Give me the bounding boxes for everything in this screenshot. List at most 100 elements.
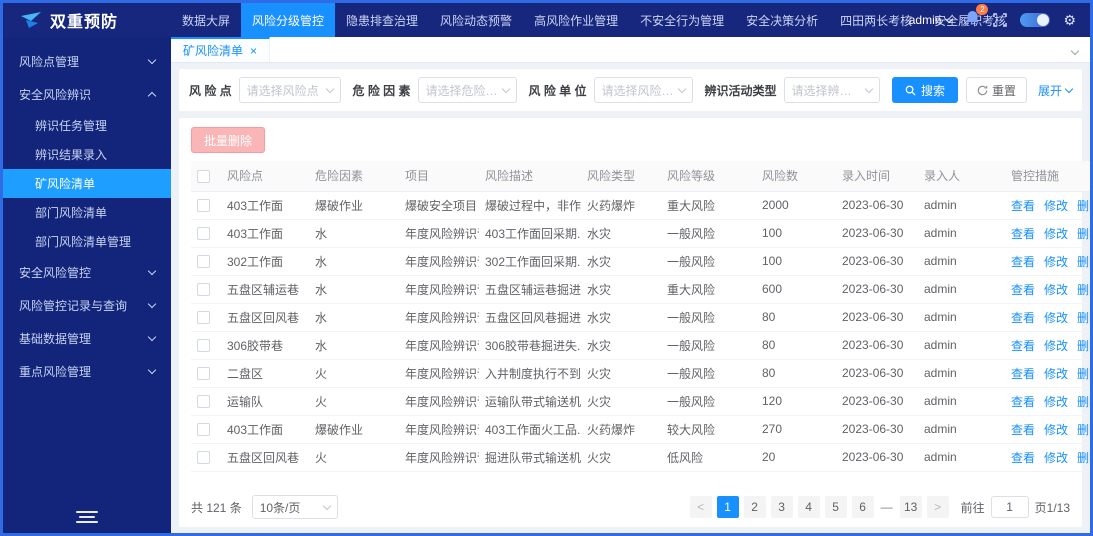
sidebar-item-辨识结果录入[interactable]: 辨识结果录入 [3,140,171,169]
jump-page-input[interactable] [990,496,1029,518]
tab-mine-risk-list[interactable]: 矿风险清单 × [171,37,271,62]
table-header-row: 风险点 危险因素 项目 风险描述 风险类型 风险等级 风险数 录入时间 录入人 管控措施 [191,161,1090,192]
sidebar-item-安全风险管控[interactable]: 安全风险管控 [3,256,171,289]
fullscreen-icon[interactable] [993,13,1008,27]
row-checkbox[interactable] [197,451,210,465]
chevron-down-icon [147,55,157,65]
sidebar-item-基础数据管理[interactable]: 基础数据管理 [3,322,171,355]
user-menu[interactable]: admin [909,13,954,27]
row-checkbox[interactable] [197,395,210,409]
edit-link[interactable]: 修改 [1044,367,1068,381]
sidebar-collapse-button[interactable] [3,511,171,523]
delete-link[interactable]: 删除 [1077,423,1090,437]
row-checkbox[interactable] [197,283,210,297]
edit-link[interactable]: 修改 [1044,283,1068,297]
sidebar-item-风险管控记录与查询[interactable]: 风险管控记录与查询 [3,289,171,322]
brand-logo: 双重预防 [3,3,171,37]
sidebar-item-重点风险管理[interactable]: 重点风险管理 [3,355,171,388]
row-checkbox[interactable] [197,423,210,437]
page-button-4[interactable]: 4 [797,496,820,518]
row-checkbox[interactable] [197,199,210,213]
sidebar-item-label: 安全风险管控 [19,266,92,280]
sidebar-item-矿风险清单[interactable]: 矿风险清单 [3,169,171,198]
nav-item[interactable]: 安全决策分析 [735,3,829,37]
row-checkbox[interactable] [197,311,210,325]
edit-link[interactable]: 修改 [1044,339,1068,353]
view-link[interactable]: 查看 [1011,423,1035,437]
row-checkbox[interactable] [197,227,210,241]
view-link[interactable]: 查看 [1011,199,1035,213]
row-checkbox[interactable] [197,367,210,381]
delete-link[interactable]: 删除 [1077,227,1090,241]
delete-link[interactable]: 删除 [1077,255,1090,269]
select-all-checkbox[interactable] [197,169,210,183]
sidebar-item-label: 辨识结果录入 [35,148,108,162]
nav-item[interactable]: 风险分级管控 [241,3,336,37]
nav-item[interactable]: 隐患排查治理 [335,3,429,37]
table-cell: 火灾 [581,443,661,472]
view-link[interactable]: 查看 [1011,339,1035,353]
table-row: 二盘区火年度风险辨识评估...入井制度执行不到...火灾一般风险802023-0… [191,359,1090,388]
page-button-2[interactable]: 2 [743,496,766,518]
delete-link[interactable]: 删除 [1077,451,1090,465]
page-button-1[interactable]: 1 [716,496,739,518]
view-link[interactable]: 查看 [1011,395,1035,409]
page-button-6[interactable]: 6 [851,496,874,518]
table-row: 306胶带巷水年度风险辨识评估...306胶带巷掘进失...水灾一般风险8020… [191,331,1090,360]
page-button-3[interactable]: 3 [770,496,793,518]
sidebar-item-辨识任务管理[interactable]: 辨识任务管理 [3,111,171,140]
edit-link[interactable]: 修改 [1044,255,1068,269]
edit-link[interactable]: 修改 [1044,311,1068,325]
delete-link[interactable]: 删除 [1077,367,1090,381]
theme-toggle[interactable] [1020,13,1051,27]
search-button[interactable]: 搜索 [891,77,958,103]
nav-item[interactable]: 风险动态预警 [429,3,523,37]
settings-gear-icon[interactable]: ⚙ [1063,13,1076,27]
view-link[interactable]: 查看 [1011,227,1035,241]
row-checkbox[interactable] [197,339,210,353]
view-link[interactable]: 查看 [1011,451,1035,465]
batch-delete-button[interactable]: 批量删除 [191,127,266,153]
nav-item[interactable]: 高风险作业管理 [523,3,629,37]
chevron-down-icon [864,84,874,93]
sidebar-item-部门风险清单[interactable]: 部门风险清单 [3,198,171,227]
view-link[interactable]: 查看 [1011,311,1035,325]
edit-link[interactable]: 修改 [1044,199,1068,213]
filter-select[interactable]: 请选择危险因素 [417,77,517,103]
nav-item[interactable]: 数据大屏 [171,3,241,37]
edit-link[interactable]: 修改 [1044,395,1068,409]
delete-link[interactable]: 删除 [1077,283,1090,297]
sidebar-item-安全风险辨识[interactable]: 安全风险辨识 [3,78,171,111]
tab-close-icon[interactable]: × [250,45,257,57]
prev-page-button[interactable]: < [689,496,712,518]
delete-link[interactable]: 删除 [1077,311,1090,325]
table-cell: admin [918,191,1005,220]
reset-button[interactable]: 重置 [965,77,1027,103]
view-link[interactable]: 查看 [1011,283,1035,297]
chevron-down-icon [1064,84,1074,93]
delete-link[interactable]: 删除 [1077,395,1090,409]
filter-select[interactable]: 请选择风险点 [238,77,341,103]
view-link[interactable]: 查看 [1011,367,1035,381]
page-size-select[interactable]: 10条/页 [251,495,338,519]
delete-link[interactable]: 删除 [1077,199,1090,213]
table-cell: 水 [309,247,399,276]
page-button-13[interactable]: 13 [899,496,922,518]
table-cell: 火 [309,359,399,388]
filter-select[interactable]: 请选择风险单位 [593,77,693,103]
sidebar-item-部门风险清单管理[interactable]: 部门风险清单管理 [3,227,171,256]
expand-filters-link[interactable]: 展开 [1038,82,1074,99]
tabbar-dropdown-icon[interactable] [1070,41,1090,59]
nav-item[interactable]: 不安全行为管理 [629,3,735,37]
notification-bell-icon[interactable]: 2 [965,3,989,31]
filter-select[interactable]: 请选择辨识活动类型 [783,77,880,103]
edit-link[interactable]: 修改 [1044,227,1068,241]
delete-link[interactable]: 删除 [1077,339,1090,353]
page-button-5[interactable]: 5 [824,496,847,518]
edit-link[interactable]: 修改 [1044,451,1068,465]
next-page-button[interactable]: > [926,496,949,518]
sidebar-item-风险点管理[interactable]: 风险点管理 [3,45,171,78]
edit-link[interactable]: 修改 [1044,423,1068,437]
row-checkbox[interactable] [197,255,210,269]
view-link[interactable]: 查看 [1011,255,1035,269]
